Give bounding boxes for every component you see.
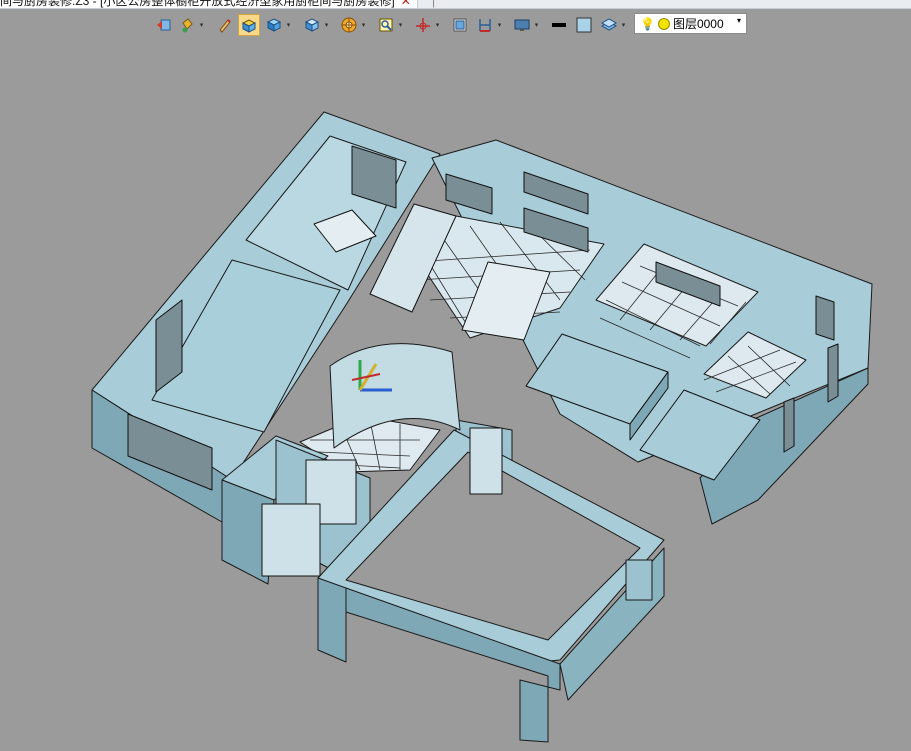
- orbit-button[interactable]: [340, 14, 358, 36]
- axis-icon: [416, 18, 430, 32]
- standard-view-dropdown[interactable]: ▾: [322, 14, 331, 36]
- paint-bucket-button[interactable]: [178, 14, 196, 36]
- axis-dropdown[interactable]: ▾: [433, 14, 442, 36]
- display-button[interactable]: [513, 14, 531, 36]
- document-tab-title[interactable]: 间与厨房装修.Z3 - [小区公房整体橱柜开放式经济型家用厨柜间与厨房装修]: [0, 0, 395, 8]
- display-dropdown[interactable]: ▾: [532, 14, 541, 36]
- document-tab-bar: 间与厨房装修.Z3 - [小区公房整体橱柜开放式经济型家用厨柜间与厨房装修] ✕ …: [0, 0, 911, 9]
- layers-icon: [601, 18, 617, 31]
- layers-dropdown[interactable]: ▾: [619, 14, 628, 36]
- cube-view-icon: [304, 18, 320, 32]
- close-tab-icon[interactable]: ✕: [401, 0, 411, 8]
- document-tab[interactable]: 间与厨房装修.Z3 - [小区公房整体橱柜开放式经济型家用厨柜间与厨房装修] ✕: [0, 0, 418, 8]
- layer-color-icon[interactable]: [657, 17, 670, 30]
- paint-bucket-icon: [182, 18, 193, 33]
- section-button[interactable]: [476, 14, 494, 36]
- shading-mode-dropdown[interactable]: ▾: [284, 14, 293, 36]
- zoom-dropdown[interactable]: ▾: [396, 14, 405, 36]
- garage-window: [625, 559, 653, 601]
- chevron-down-icon[interactable]: ▾: [737, 16, 741, 25]
- lightbulb-icon[interactable]: 💡: [640, 17, 655, 31]
- display-icon: [514, 19, 530, 31]
- viewport-button[interactable]: [451, 14, 469, 36]
- house-model[interactable]: [0, 40, 911, 746]
- section-icon: [479, 19, 491, 32]
- layers-button[interactable]: [600, 14, 618, 36]
- cube-blue-icon: [266, 18, 282, 32]
- viewport-icon: [453, 18, 467, 32]
- wheel-icon: [341, 17, 357, 33]
- line-color-button[interactable]: [550, 14, 568, 36]
- 3d-viewport[interactable]: [0, 40, 911, 746]
- garage-left-pillar: [317, 577, 347, 663]
- line-color-icon: [552, 23, 566, 27]
- zoom-button[interactable]: [377, 14, 395, 36]
- standard-view-button[interactable]: [303, 14, 321, 36]
- new-tab-icon[interactable]: |: [432, 0, 435, 8]
- render-shaded-button[interactable]: [238, 14, 260, 36]
- window-side-2: [827, 343, 839, 403]
- orbit-dropdown[interactable]: ▾: [359, 14, 368, 36]
- zoom-fit-icon: [379, 18, 393, 32]
- pen-icon: [219, 19, 231, 33]
- layer-name: 图层0000: [672, 17, 724, 31]
- pen-button[interactable]: [216, 14, 234, 36]
- window-side-1: [815, 295, 835, 341]
- window-side-3: [783, 397, 795, 453]
- layer-select[interactable]: 💡 图层0000 ▾: [634, 13, 747, 34]
- axis-button[interactable]: [414, 14, 432, 36]
- front-door-2: [261, 503, 321, 577]
- section-dropdown[interactable]: ▾: [495, 14, 504, 36]
- fill-color-icon: [576, 17, 592, 33]
- render-shaded-icon: [241, 19, 257, 33]
- paint-bucket-dropdown[interactable]: ▾: [197, 14, 206, 36]
- undo-icon: [157, 19, 171, 31]
- view-toolbar: ▾ ▾ ▾ ▾ ▾ ▾ ▾ ▾ ▾: [0, 9, 911, 39]
- undo-button[interactable]: [155, 14, 173, 36]
- fill-color-button[interactable]: [575, 14, 593, 36]
- foyer-door: [469, 427, 503, 495]
- shading-mode-button[interactable]: [265, 14, 283, 36]
